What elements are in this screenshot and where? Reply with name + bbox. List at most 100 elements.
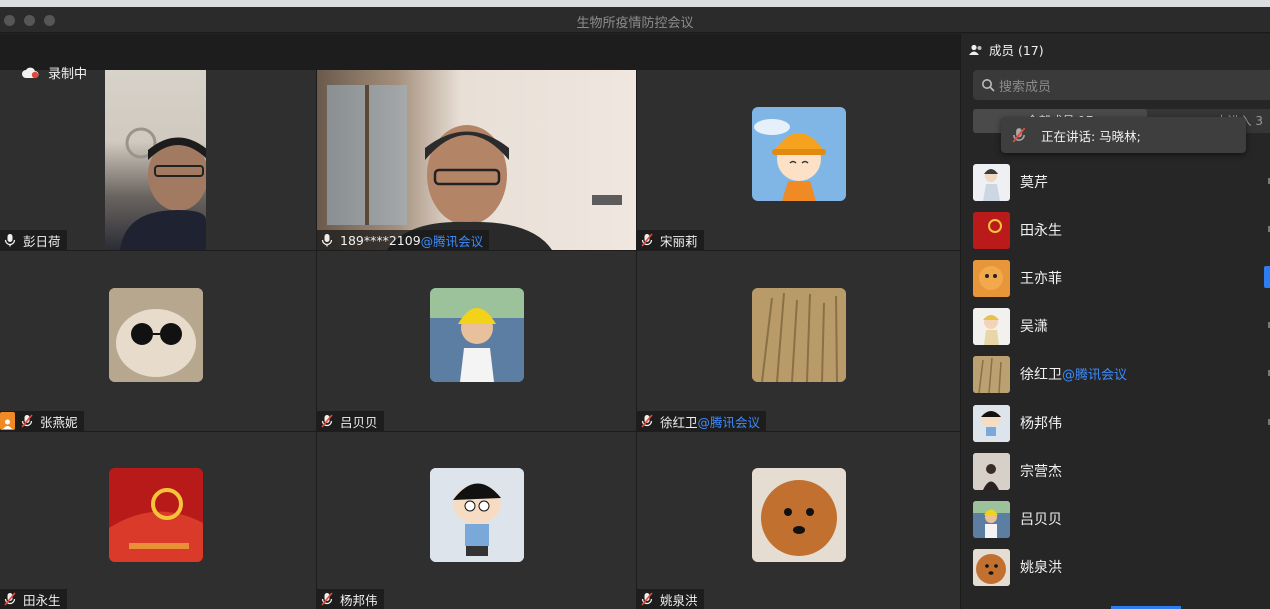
participant-avatar — [752, 288, 846, 382]
participant-nameplate: 杨邦伟 — [317, 589, 384, 609]
participant-name: 张燕妮 — [40, 414, 78, 430]
member-avatar — [973, 500, 1010, 538]
video-tile[interactable]: 杨邦伟 — [317, 432, 636, 609]
platform-tag: @腾讯会议 — [420, 233, 484, 249]
menu-strip — [0, 0, 1270, 7]
microphone-muted-icon — [321, 414, 333, 428]
microphone-muted-icon — [321, 592, 333, 606]
video-tile[interactable]: 张燕妮 — [0, 251, 316, 431]
participant-nameplate: 吕贝贝 — [317, 411, 384, 431]
member-name: 杨邦伟 — [1020, 416, 1062, 432]
participant-nameplate: 徐红卫 @腾讯会议 — [637, 411, 767, 431]
member-row[interactable]: 吴潇 — [973, 307, 1270, 345]
microphone-muted-icon — [4, 592, 16, 606]
participant-name: 姚泉洪 — [660, 592, 698, 608]
participant-nameplate: 姚泉洪 — [637, 589, 704, 609]
platform-tag: @腾讯会议 — [697, 414, 761, 430]
member-row[interactable]: 徐红卫@腾讯会议 — [973, 355, 1270, 393]
participant-name: 189****2109 — [340, 232, 421, 248]
member-name: 田永生 — [1020, 223, 1062, 239]
participant-nameplate: 张燕妮 — [0, 411, 84, 431]
members-title: 成员 (17) — [989, 43, 1044, 58]
video-tile[interactable]: 田永生 — [0, 432, 316, 609]
member-row[interactable]: 姚泉洪 — [973, 548, 1270, 586]
cat-sunglasses-image — [109, 288, 203, 382]
video-tile[interactable]: 189****2109 @腾讯会议 — [317, 70, 636, 250]
red-flag-image — [109, 468, 203, 562]
child-helmet-image — [430, 288, 524, 382]
window-title: 生物所疫情防控会议 — [576, 16, 694, 31]
member-row[interactable]: 田永生 — [973, 211, 1270, 249]
member-avatar — [973, 548, 1010, 586]
cartoon-girl-image — [754, 119, 826, 201]
wheat-field-image — [752, 288, 846, 382]
members-header: 成员 (17) — [969, 40, 1044, 59]
member-row[interactable]: 王亦菲 — [973, 259, 1270, 297]
recording-indicator[interactable]: 录制中 — [22, 63, 87, 82]
person-silhouette — [327, 85, 622, 250]
person-silhouette — [120, 127, 208, 250]
search-members-input[interactable]: 搜索成员 — [973, 70, 1270, 100]
members-panel: 成员 (17) 搜索成员 全部成员 17 未进入 3 正在讲话: 马晓林; 莫芹… — [960, 34, 1270, 609]
puppy-image — [752, 468, 846, 562]
member-name: 王亦菲 — [1020, 271, 1062, 287]
participant-avatar — [430, 288, 524, 382]
participant-nameplate: 彭日荷 — [0, 230, 67, 250]
member-name: 姚泉洪 — [1020, 560, 1062, 576]
member-name: 吴潇 — [1020, 319, 1048, 335]
participant-nameplate: 田永生 — [0, 589, 67, 609]
speaking-indicator: 正在讲话: 马晓林; — [1001, 117, 1246, 153]
participant-avatar — [109, 288, 203, 382]
video-tile[interactable]: 宋丽莉 — [637, 70, 960, 250]
video-tile[interactable]: 徐红卫 @腾讯会议 — [637, 251, 960, 431]
participant-name: 田永生 — [23, 592, 61, 608]
member-row[interactable]: 莫芹 — [973, 163, 1270, 201]
member-avatar — [973, 259, 1010, 297]
participant-avatar — [109, 468, 203, 562]
microphone-icon — [4, 234, 16, 247]
member-name: 宗营杰 — [1020, 464, 1062, 480]
participant-name: 杨邦伟 — [340, 592, 378, 608]
participant-name: 徐红卫 — [660, 414, 698, 430]
member-name: 徐红卫 — [1020, 367, 1062, 383]
microphone-muted-icon — [641, 592, 653, 606]
participant-avatar — [430, 468, 524, 562]
participant-nameplate: 189****2109 @腾讯会议 — [317, 230, 490, 250]
microphone-muted-icon — [641, 414, 653, 428]
participant-name: 彭日荷 — [23, 233, 61, 249]
member-row[interactable]: 宗营杰 — [973, 452, 1270, 490]
member-name: 莫芹 — [1020, 175, 1048, 191]
participant-avatar — [752, 468, 846, 562]
member-name: 吕贝贝 — [1020, 512, 1062, 528]
members-icon — [969, 44, 982, 55]
member-avatar — [973, 404, 1010, 442]
member-avatar — [973, 163, 1010, 201]
participant-name: 吕贝贝 — [340, 414, 378, 430]
member-row[interactable]: 杨邦伟 — [973, 404, 1270, 442]
search-icon — [982, 79, 995, 92]
recording-label: 录制中 — [48, 67, 88, 82]
platform-tag: @腾讯会议 — [1062, 368, 1128, 383]
participant-name: 宋丽莉 — [660, 233, 698, 249]
member-row[interactable]: 吕贝贝 — [973, 500, 1270, 538]
video-grid: 录制中 彭日荷 189****2109 @腾讯会议 宋丽莉 张燕妮 吕贝贝 徐红… — [0, 34, 960, 609]
participant-avatar — [752, 107, 846, 201]
cartoon-boy-image — [430, 468, 524, 562]
microphone-icon — [321, 234, 333, 247]
title-bar: 生物所疫情防控会议 — [0, 7, 1270, 33]
presenter-badge-icon — [0, 412, 15, 430]
video-tile[interactable]: 彭日荷 — [0, 70, 316, 250]
microphone-muted-icon — [21, 414, 33, 428]
microphone-muted-icon — [641, 233, 653, 247]
video-tile[interactable]: 姚泉洪 — [637, 432, 960, 609]
scroll-indicator[interactable] — [1264, 266, 1270, 288]
search-placeholder: 搜索成员 — [999, 79, 1052, 95]
member-avatar — [973, 307, 1010, 345]
video-tile[interactable]: 吕贝贝 — [317, 251, 636, 431]
cloud-record-icon — [22, 67, 39, 78]
camera-feed — [105, 70, 208, 250]
speaking-label: 正在讲话: 马晓林; — [1041, 128, 1141, 144]
camera-feed — [317, 70, 636, 250]
microphone-muted-icon — [1012, 127, 1026, 143]
member-avatar — [973, 211, 1010, 249]
